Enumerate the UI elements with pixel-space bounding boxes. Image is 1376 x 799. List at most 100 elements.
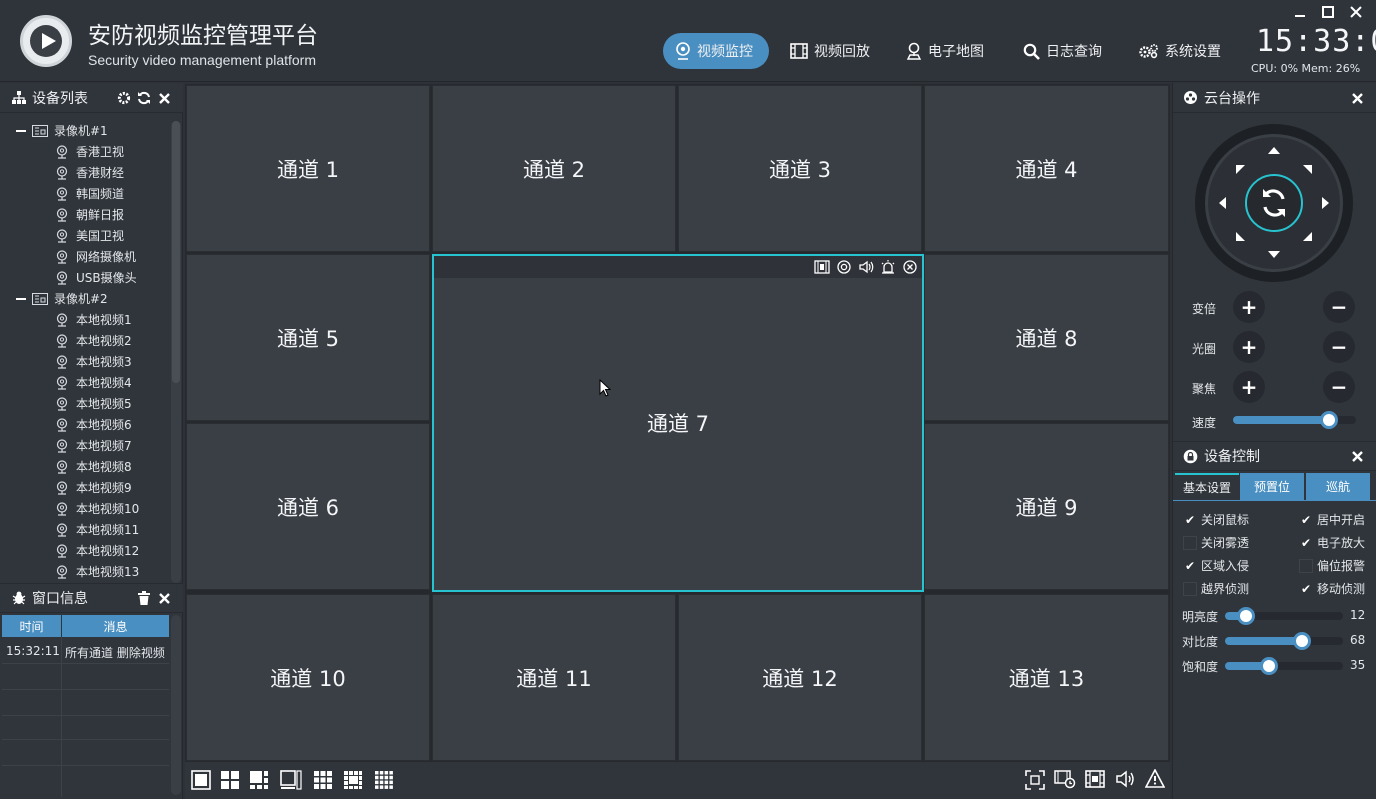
layout-16-icon[interactable] — [374, 770, 394, 790]
tree-item-camera[interactable]: 本地视频13 — [56, 561, 139, 582]
checkbox-option[interactable]: ✔ 电子放大 — [1299, 534, 1365, 551]
iris-close-button[interactable]: − — [1323, 331, 1355, 363]
tab-cruise[interactable]: 巡航 — [1306, 473, 1370, 500]
close-device-list-button[interactable] — [156, 90, 172, 106]
tree-group-nvr2[interactable]: 录像机#2 — [16, 288, 108, 309]
slider-knob[interactable] — [1320, 411, 1339, 429]
close-ptz-button[interactable] — [1349, 90, 1365, 106]
snapshot-icon[interactable] — [836, 260, 852, 274]
checkbox-option[interactable]: ✔ 移动侦测 — [1299, 580, 1365, 597]
tree-item-camera[interactable]: 本地视频7 — [56, 435, 132, 456]
checkbox-empty-icon[interactable] — [1183, 581, 1197, 596]
collapse-icon[interactable] — [16, 297, 26, 300]
tree-item-camera[interactable]: 本地视频6 — [56, 414, 132, 435]
check-icon[interactable]: ✔ — [1183, 513, 1197, 527]
layout-8-icon[interactable] — [280, 770, 302, 790]
settings-button[interactable] — [116, 90, 132, 106]
clear-log-button[interactable] — [136, 590, 152, 606]
checkbox-empty-icon[interactable] — [1299, 558, 1313, 573]
warning-icon[interactable] — [1145, 769, 1165, 788]
nav-video-monitor[interactable]: 视频监控 — [663, 33, 769, 69]
tab-presets[interactable]: 预置位 — [1240, 473, 1304, 500]
slider-knob[interactable] — [1260, 657, 1278, 675]
tree-item-camera[interactable]: 本地视频8 — [56, 456, 132, 477]
maximize-button[interactable] — [1318, 4, 1338, 20]
checkbox-option[interactable]: 偏位报警 — [1299, 557, 1365, 574]
log-scrollbar[interactable] — [171, 615, 181, 795]
speaker-icon[interactable] — [858, 260, 874, 274]
layout-1-icon[interactable] — [191, 770, 211, 790]
tree-item-camera[interactable]: 香港卫视 — [56, 141, 124, 162]
check-icon[interactable]: ✔ — [1299, 582, 1313, 596]
check-icon[interactable]: ✔ — [1299, 513, 1313, 527]
volume-icon[interactable] — [1115, 770, 1135, 788]
tree-item-camera[interactable]: 香港财经 — [56, 162, 124, 183]
record-film-icon[interactable] — [814, 260, 830, 274]
check-icon[interactable]: ✔ — [1183, 559, 1197, 573]
zoom-in-button[interactable]: + — [1233, 291, 1265, 323]
tree-item-camera[interactable]: 本地视频3 — [56, 351, 132, 372]
device-list-scrollbar[interactable] — [171, 121, 181, 583]
checkbox-option[interactable]: 关闭雾透 — [1183, 534, 1249, 551]
tree-item-camera[interactable]: 美国卫视 — [56, 225, 124, 246]
channel-12[interactable]: 通道 12 — [678, 594, 922, 761]
slider-knob[interactable] — [1293, 632, 1311, 650]
zoom-out-button[interactable]: − — [1323, 291, 1355, 323]
tree-item-camera[interactable]: 韩国频道 — [56, 183, 124, 204]
scrollbar-thumb[interactable] — [172, 121, 180, 383]
checkbox-option[interactable]: ✔ 区域入侵 — [1183, 557, 1249, 574]
channel-1[interactable]: 通道 1 — [186, 85, 430, 252]
tree-item-camera[interactable]: 本地视频12 — [56, 540, 139, 561]
layout-9-icon[interactable] — [313, 770, 333, 790]
tree-group-nvr1[interactable]: 录像机#1 — [16, 120, 108, 141]
slider-knob[interactable] — [1237, 607, 1255, 625]
tree-item-camera[interactable]: USB摄像头 — [56, 267, 137, 288]
nav-log-query[interactable]: 日志查询 — [1013, 33, 1112, 69]
tree-item-camera[interactable]: 本地视频9 — [56, 477, 132, 498]
channel-2[interactable]: 通道 2 — [432, 85, 676, 252]
channel-3[interactable]: 通道 3 — [678, 85, 922, 252]
ptz-direction-wheel[interactable] — [1194, 123, 1354, 283]
tree-item-camera[interactable]: 本地视频11 — [56, 519, 139, 540]
nav-video-playback[interactable]: 视频回放 — [780, 33, 880, 69]
film-icon[interactable] — [1085, 770, 1105, 788]
focus-far-button[interactable]: − — [1323, 371, 1355, 403]
channel-9[interactable]: 通道 9 — [924, 423, 1169, 590]
video-settings-icon[interactable] — [1054, 769, 1076, 789]
layout-4-icon[interactable] — [220, 770, 240, 790]
alarm-icon[interactable] — [880, 260, 896, 274]
tree-item-camera[interactable]: 朝鲜日报 — [56, 204, 124, 225]
contrast-slider[interactable] — [1225, 632, 1343, 650]
layout-6-icon[interactable] — [249, 770, 269, 790]
tree-item-camera[interactable]: 本地视频5 — [56, 393, 132, 414]
checkbox-option[interactable]: ✔ 居中开启 — [1299, 511, 1365, 528]
minimize-button[interactable] — [1290, 4, 1310, 20]
tree-item-camera[interactable]: 本地视频4 — [56, 372, 132, 393]
channel-10[interactable]: 通道 10 — [186, 594, 430, 761]
channel-13[interactable]: 通道 13 — [924, 594, 1169, 761]
close-device-control-button[interactable] — [1349, 448, 1365, 464]
fullscreen-icon[interactable] — [1025, 770, 1045, 790]
tree-item-camera[interactable]: 本地视频2 — [56, 330, 132, 351]
refresh-button[interactable] — [136, 90, 152, 106]
tree-item-camera[interactable]: 本地视频10 — [56, 498, 139, 519]
nav-system-settings[interactable]: 系统设置 — [1129, 33, 1231, 69]
tree-item-camera[interactable]: 本地视频1 — [56, 309, 132, 330]
nav-electronic-map[interactable]: 电子地图 — [896, 33, 994, 69]
check-icon[interactable]: ✔ — [1299, 536, 1313, 550]
iris-open-button[interactable]: + — [1233, 331, 1265, 363]
channel-4[interactable]: 通道 4 — [924, 85, 1169, 252]
checkbox-option[interactable]: ✔ 关闭鼠标 — [1183, 511, 1249, 528]
checkbox-option[interactable]: 越界侦测 — [1183, 580, 1249, 597]
close-circle-icon[interactable] — [902, 260, 918, 274]
saturation-slider[interactable] — [1225, 657, 1343, 675]
channel-5[interactable]: 通道 5 — [186, 254, 430, 421]
channel-6[interactable]: 通道 6 — [186, 423, 430, 590]
close-window-info-button[interactable] — [156, 590, 172, 606]
tab-basic-settings[interactable]: 基本设置 — [1175, 473, 1239, 500]
brightness-slider[interactable] — [1225, 607, 1343, 625]
checkbox-empty-icon[interactable] — [1183, 535, 1197, 550]
channel-8[interactable]: 通道 8 — [924, 254, 1169, 421]
layout-13-icon[interactable] — [343, 770, 363, 790]
collapse-icon[interactable] — [16, 129, 26, 132]
